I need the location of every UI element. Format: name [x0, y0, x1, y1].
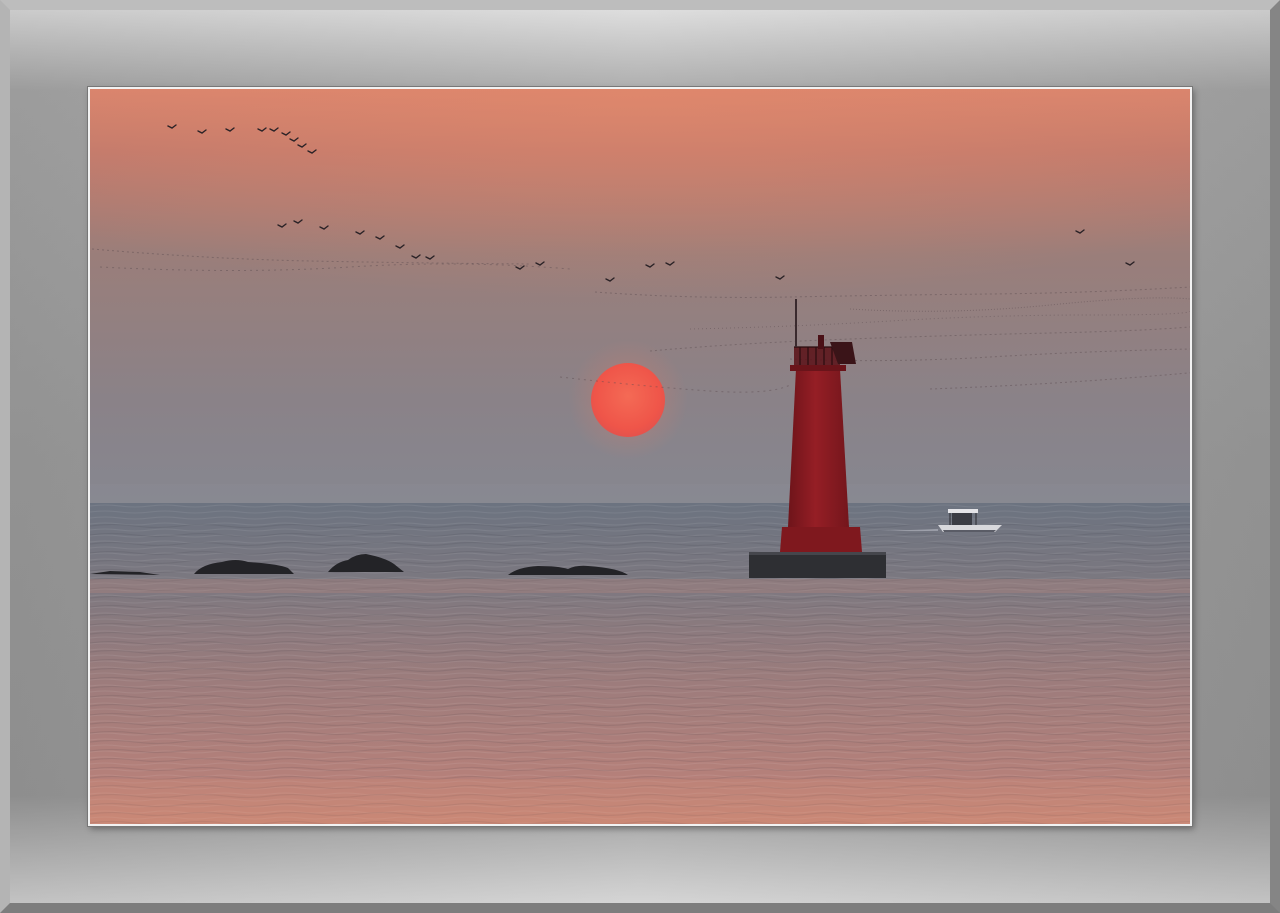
lighthouse-pedestal	[780, 527, 862, 552]
horizon-haze	[90, 484, 1190, 506]
sea-foreground-glow	[90, 779, 1190, 824]
lighthouse-base	[749, 552, 886, 578]
photo	[88, 87, 1192, 826]
sunset-scene	[90, 89, 1190, 824]
sun	[591, 363, 665, 437]
sea-sheen	[90, 579, 1190, 593]
lighthouse-tower	[788, 369, 849, 527]
